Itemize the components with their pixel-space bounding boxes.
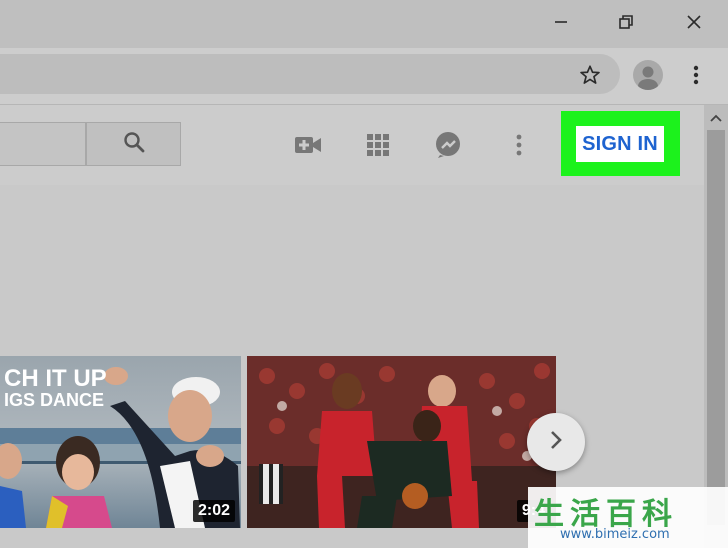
chevron-right-icon bbox=[549, 430, 563, 455]
watermark-url: www.bimeiz.com bbox=[560, 527, 670, 542]
menu-dots-icon[interactable] bbox=[684, 60, 708, 90]
scrollbar-thumb[interactable] bbox=[707, 130, 725, 525]
minimize-icon[interactable] bbox=[538, 4, 584, 40]
browser-toolbar bbox=[0, 48, 728, 105]
create-video-icon[interactable] bbox=[293, 130, 323, 160]
page-scrollbar[interactable] bbox=[704, 105, 728, 548]
messages-icon[interactable] bbox=[433, 130, 463, 160]
restore-icon[interactable] bbox=[603, 4, 649, 40]
search-icon bbox=[122, 130, 146, 159]
carousel-next-button[interactable] bbox=[527, 413, 585, 471]
search-button[interactable] bbox=[86, 122, 181, 166]
title-overlay-1: CH IT UP bbox=[4, 365, 107, 392]
star-icon[interactable] bbox=[575, 60, 605, 90]
address-bar[interactable] bbox=[0, 54, 620, 94]
browser-titlebar bbox=[0, 0, 728, 48]
title-overlay-2: IGS DANCE bbox=[4, 390, 104, 410]
profile-icon[interactable] bbox=[633, 60, 663, 90]
thumbnail-image bbox=[247, 356, 556, 528]
watermark-logo: 生 活 百 科 www.bimeiz.com bbox=[528, 487, 728, 548]
search-input[interactable] bbox=[0, 122, 86, 166]
apps-grid-icon[interactable] bbox=[363, 130, 393, 160]
video-thumbnail[interactable]: 9:4 bbox=[247, 356, 556, 528]
scroll-up-icon[interactable] bbox=[704, 109, 728, 127]
video-thumbnail[interactable]: CH IT UP IGS DANCE 2:02 bbox=[0, 356, 241, 528]
video-duration: 2:02 bbox=[192, 500, 235, 522]
close-icon[interactable] bbox=[671, 4, 717, 40]
settings-dots-icon[interactable] bbox=[504, 130, 534, 160]
youtube-header: SIGN IN bbox=[0, 105, 704, 185]
sign-in-button[interactable]: SIGN IN bbox=[576, 126, 664, 162]
